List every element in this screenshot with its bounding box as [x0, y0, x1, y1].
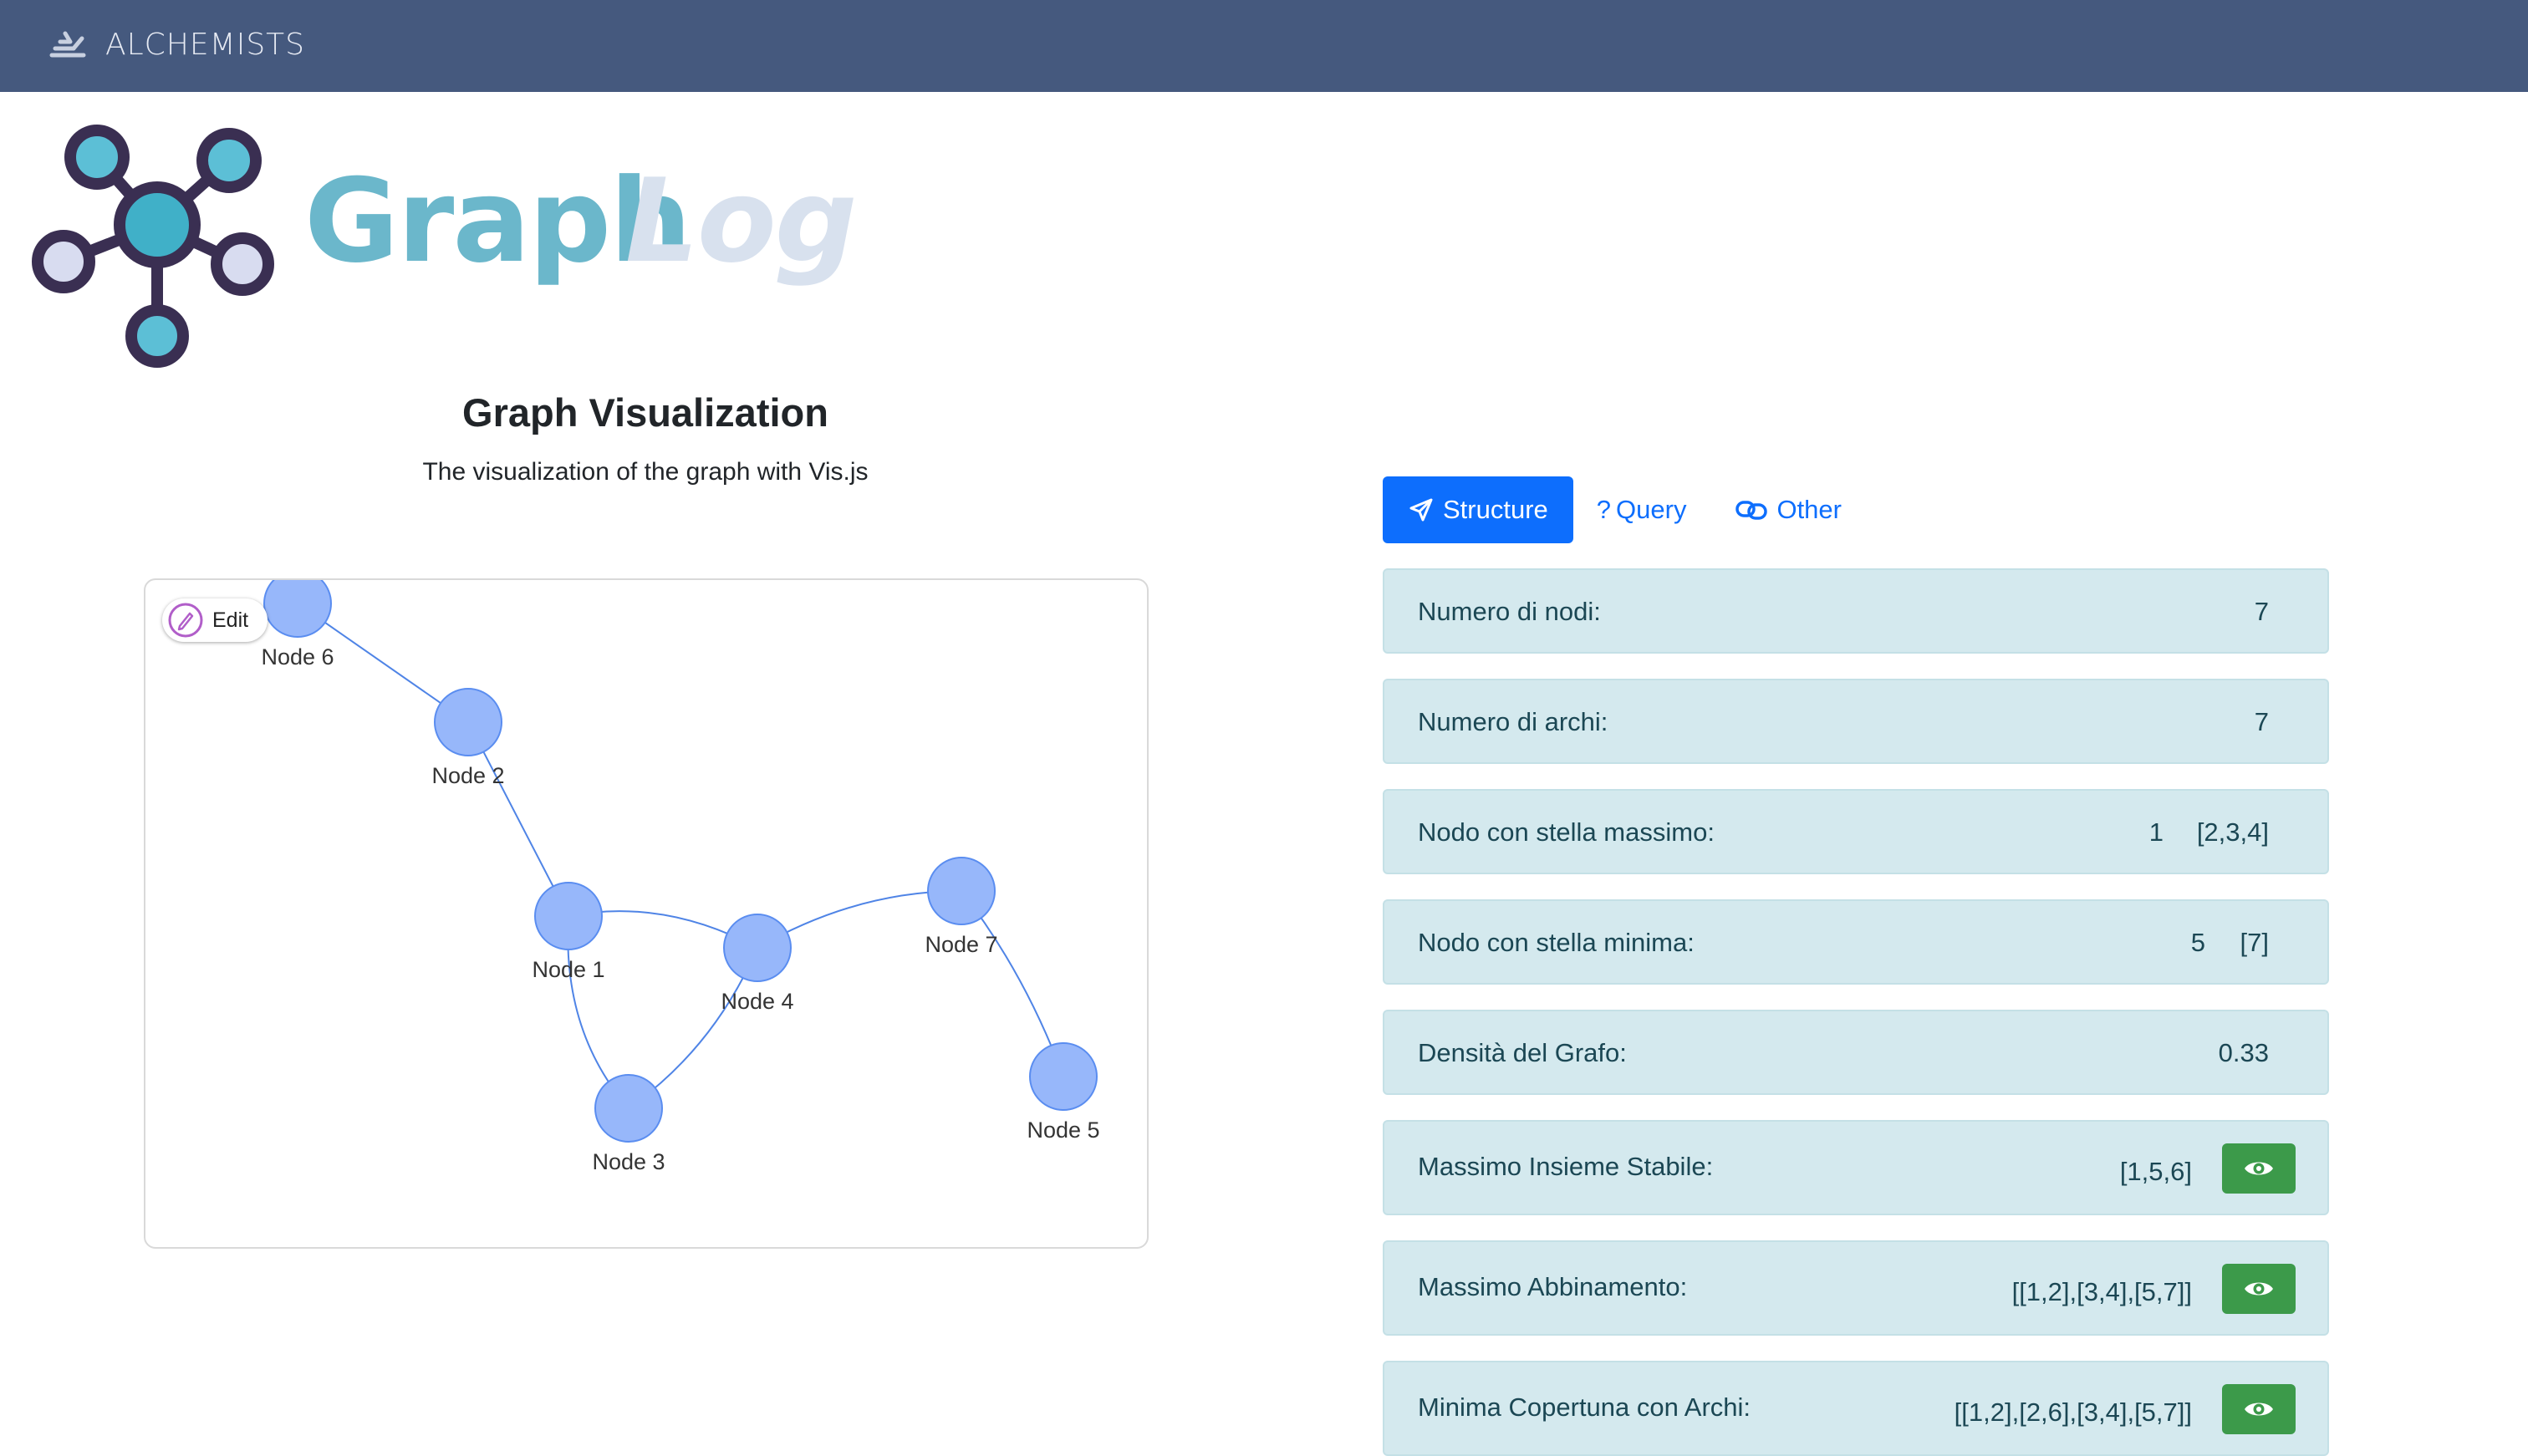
graph-node-label: Node 1 [532, 957, 604, 982]
tab-structure[interactable]: Structure [1383, 476, 1573, 543]
stat-value: [[1,2],[2,6],[3,4],[5,7]] [1954, 1397, 2192, 1427]
stat-row-max-star: Nodo con stella massimo: 1 [2,3,4] [1383, 789, 2329, 874]
send-icon [1409, 498, 1433, 522]
brand-name[interactable]: ALCHEMISTS [105, 28, 305, 62]
show-matching-button[interactable] [2222, 1264, 2296, 1314]
graph-node[interactable] [263, 580, 332, 638]
graph-node-label: Node 7 [925, 932, 997, 957]
logo-word-log: Log [625, 154, 858, 288]
stat-label: Nodo con stella minima: [1418, 928, 1695, 957]
stat-value: 7 [2254, 597, 2269, 626]
stat-value: [1,5,6] [2119, 1157, 2192, 1186]
edit-label: Edit [212, 608, 249, 632]
stat-label: Minima Copertuna con Archi: [1418, 1392, 1751, 1422]
pencil-icon [168, 603, 203, 638]
stat-row-stable-set: Massimo Insieme Stabile: [1,5,6] [1383, 1120, 2329, 1215]
stat-value-set: [2,3,4] [2196, 817, 2269, 847]
stat-row-matching: Massimo Abbinamento: [[1,2],[3,4],[5,7]] [1383, 1240, 2329, 1336]
stat-value: [[1,2],[3,4],[5,7]] [2011, 1277, 2192, 1306]
brand-logo-icon[interactable] [48, 30, 87, 60]
graph-node[interactable] [534, 882, 603, 950]
tab-query-label: Query [1616, 495, 1687, 524]
top-navbar: ALCHEMISTS [0, 0, 2528, 92]
eye-icon [2245, 1282, 2273, 1296]
show-stable-set-button[interactable] [2222, 1143, 2296, 1194]
stat-label: Massimo Insieme Stabile: [1418, 1152, 1714, 1181]
visualization-title: Graph Visualization [462, 390, 828, 435]
tab-structure-label: Structure [1443, 495, 1548, 524]
graph-node-label: Node 3 [592, 1149, 665, 1174]
graph-node[interactable] [434, 688, 502, 756]
stat-value: 7 [2254, 707, 2269, 736]
eye-icon [2245, 1403, 2273, 1416]
graph-node[interactable] [723, 914, 792, 982]
stat-label: Densità del Grafo: [1418, 1038, 1627, 1067]
tab-other-label: Other [1776, 495, 1842, 524]
stat-label: Numero di archi: [1418, 707, 1608, 736]
graph-node-label: Node 4 [721, 989, 793, 1014]
graphlog-logo-icon [32, 125, 274, 368]
stat-value-node: 5 [2190, 928, 2205, 957]
graph-node-label: Node 2 [431, 763, 504, 788]
stat-row-min-star: Nodo con stella minima: 5 [7] [1383, 899, 2329, 985]
graph-node[interactable] [594, 1074, 663, 1143]
stat-value-set: [7] [2240, 928, 2269, 957]
graph-canvas[interactable]: Node 6 Node 2 Node 1 Node 4 Node 7 Node 3 Node… [144, 578, 1149, 1249]
edit-button[interactable]: Edit [162, 598, 268, 642]
network-graph[interactable]: Node 6 Node 2 Node 1 Node 4 Node 7 Node 3 Node… [145, 580, 1147, 1247]
tab-other[interactable]: Other [1710, 476, 1867, 543]
tab-bar: Structure ? Query Other [1383, 476, 1867, 543]
stat-value-node: 1 [2148, 817, 2164, 847]
visualization-subtitle: The visualization of the graph with Vis.… [422, 458, 869, 486]
stat-label: Numero di nodi: [1418, 597, 1601, 626]
tab-query[interactable]: ? Query [1573, 476, 1710, 543]
graph-node-label: Node 6 [261, 644, 334, 669]
eye-icon [2245, 1162, 2273, 1175]
show-edge-cover-button[interactable] [2222, 1384, 2296, 1434]
graph-node-label: Node 5 [1027, 1117, 1099, 1143]
stat-row-density: Densità del Grafo: 0.33 [1383, 1010, 2329, 1095]
stat-row-nodes: Numero di nodi: 7 [1383, 568, 2329, 654]
stat-row-edge-cover: Minima Copertuna con Archi: [[1,2],[2,6]… [1383, 1361, 2329, 1456]
graph-node[interactable] [927, 857, 996, 925]
link-icon [1735, 501, 1768, 520]
stat-row-edges: Numero di archi: 7 [1383, 679, 2329, 764]
stat-label: Nodo con stella massimo: [1418, 817, 1715, 847]
question-icon: ? [1596, 495, 1612, 524]
graph-node[interactable] [1029, 1042, 1098, 1111]
stat-label: Massimo Abbinamento: [1418, 1272, 1688, 1301]
stat-value: 0.33 [2218, 1038, 2269, 1067]
